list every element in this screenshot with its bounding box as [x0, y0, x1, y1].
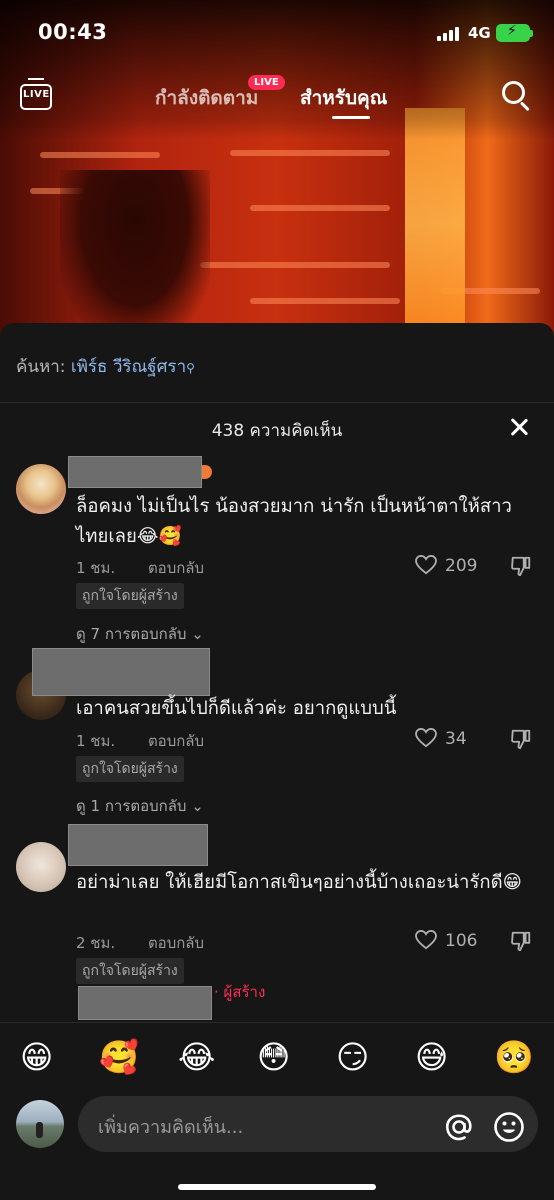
- reply-button[interactable]: ตอบกลับ: [148, 934, 204, 952]
- emoji-pleading-button[interactable]: 🥺: [494, 1037, 534, 1077]
- at-icon[interactable]: [444, 1112, 474, 1142]
- search-suggestion[interactable]: ค้นหา: เพิร์ธ วีริณฐ์ศรา⚲: [16, 353, 195, 380]
- emoji-flushed-button[interactable]: 😳: [257, 1037, 290, 1077]
- live-icon-label: LIVE: [23, 89, 50, 100]
- search-small-icon: ⚲: [186, 361, 195, 375]
- view-replies-button[interactable]: ดู 1 การตอบกลับ ⌄: [76, 794, 204, 818]
- live-tv-icon[interactable]: LIVE: [20, 78, 54, 112]
- emoji-hearts-button[interactable]: 🥰: [99, 1037, 139, 1077]
- avatar[interactable]: [16, 842, 66, 892]
- comment-count: 438 ความคิดเห็น: [211, 421, 343, 441]
- username-redacted[interactable]: [68, 824, 208, 866]
- like-button[interactable]: 106: [415, 930, 477, 951]
- battery-icon: ⚡: [496, 23, 533, 42]
- heart-icon: [415, 728, 437, 748]
- comment-input-placeholder: เพิ่มความคิดเห็น...: [98, 1117, 244, 1138]
- comment-meta: 2 ชม. ตอบกลับ: [76, 931, 204, 955]
- comment-meta: 1 ชม. ตอบกลับ: [76, 556, 204, 580]
- view-replies-label: ดู 1 การตอบกลับ: [76, 797, 187, 815]
- view-replies-label: ดู 7 การตอบกลับ: [76, 625, 187, 643]
- reply-button[interactable]: ตอบกลับ: [148, 559, 204, 577]
- creator-liked-badge: ถูกใจโดยผู้สร้าง: [76, 958, 184, 984]
- tab-for-you[interactable]: สำหรับคุณ: [300, 83, 387, 113]
- divider: [0, 402, 554, 403]
- emoji-smirk-button[interactable]: 😏: [336, 1037, 369, 1077]
- heart-icon: [415, 930, 437, 950]
- close-icon[interactable]: [508, 416, 530, 438]
- like-button[interactable]: 34: [415, 728, 467, 749]
- network-label: 4G: [468, 24, 491, 42]
- dislike-icon[interactable]: [510, 555, 532, 577]
- avatar[interactable]: [16, 464, 66, 514]
- search-suggestion-term[interactable]: เพิร์ธ วีริณฐ์ศรา: [71, 357, 186, 377]
- chevron-down-icon: ⌄: [191, 625, 204, 643]
- comment-text: เอาคนสวยขึ้นไปก็ดีแล้วค่ะ อยากดูแบบนี้: [76, 698, 397, 719]
- username-redacted[interactable]: [68, 456, 202, 488]
- search-suggestion-prefix: ค้นหา:: [16, 357, 66, 377]
- comment-text: ล็อคมง ไม่เป็นไร น้องสวยมาก น่ารัก เป็นห…: [76, 496, 512, 547]
- search-icon[interactable]: [500, 79, 532, 112]
- comment-time: 2 ชม.: [76, 934, 116, 952]
- comment-time: 1 ชม.: [76, 559, 116, 577]
- tab-following[interactable]: กำลังติดตาม: [155, 83, 258, 113]
- heart-icon: [415, 555, 437, 575]
- emoji-icon[interactable]: [493, 1111, 525, 1143]
- chevron-down-icon: ⌄: [191, 797, 204, 815]
- creator-liked-badge: ถูกใจโดยผู้สร้าง: [76, 583, 184, 609]
- like-count: 34: [445, 729, 467, 749]
- avatar[interactable]: [16, 1100, 64, 1148]
- home-indicator: [178, 1184, 376, 1190]
- like-button[interactable]: 209: [415, 555, 477, 576]
- username-redacted[interactable]: [32, 648, 210, 696]
- dislike-icon[interactable]: [510, 728, 532, 750]
- like-count: 106: [445, 931, 478, 951]
- emoji-bar: 😁 🥰 😂 😳 😏 😅 🥺: [0, 1022, 554, 1092]
- top-nav: LIVE กำลังติดตาม LIVE สำหรับคุณ: [0, 72, 554, 122]
- live-badge: LIVE: [248, 75, 285, 90]
- creator-liked-badge: ถูกใจโดยผู้สร้าง: [76, 756, 184, 782]
- status-bar: 00:43 4G ⚡: [0, 0, 554, 66]
- signal-icon: [437, 27, 461, 41]
- comment-meta: 1 ชม. ตอบกลับ: [76, 729, 204, 753]
- dislike-icon[interactable]: [510, 930, 532, 952]
- comment-time: 1 ชม.: [76, 732, 116, 750]
- username-redacted[interactable]: [78, 986, 212, 1020]
- emoji-grin-button[interactable]: 😁: [20, 1037, 53, 1077]
- active-tab-indicator: [332, 116, 370, 119]
- reply-button[interactable]: ตอบกลับ: [148, 732, 204, 750]
- emoji-sweat-smile-button[interactable]: 😅: [415, 1037, 448, 1077]
- comment-text: อย่าม่าเลย ให้เฮียมีโอกาสเขินๆอย่างนี้บ้…: [76, 872, 522, 893]
- status-time: 00:43: [38, 20, 108, 44]
- view-replies-button[interactable]: ดู 7 การตอบกลับ ⌄: [76, 622, 204, 646]
- emoji-laugh-button[interactable]: 😂: [178, 1037, 215, 1077]
- creator-tag: · ผู้สร้าง: [214, 983, 266, 1001]
- like-count: 209: [445, 556, 478, 576]
